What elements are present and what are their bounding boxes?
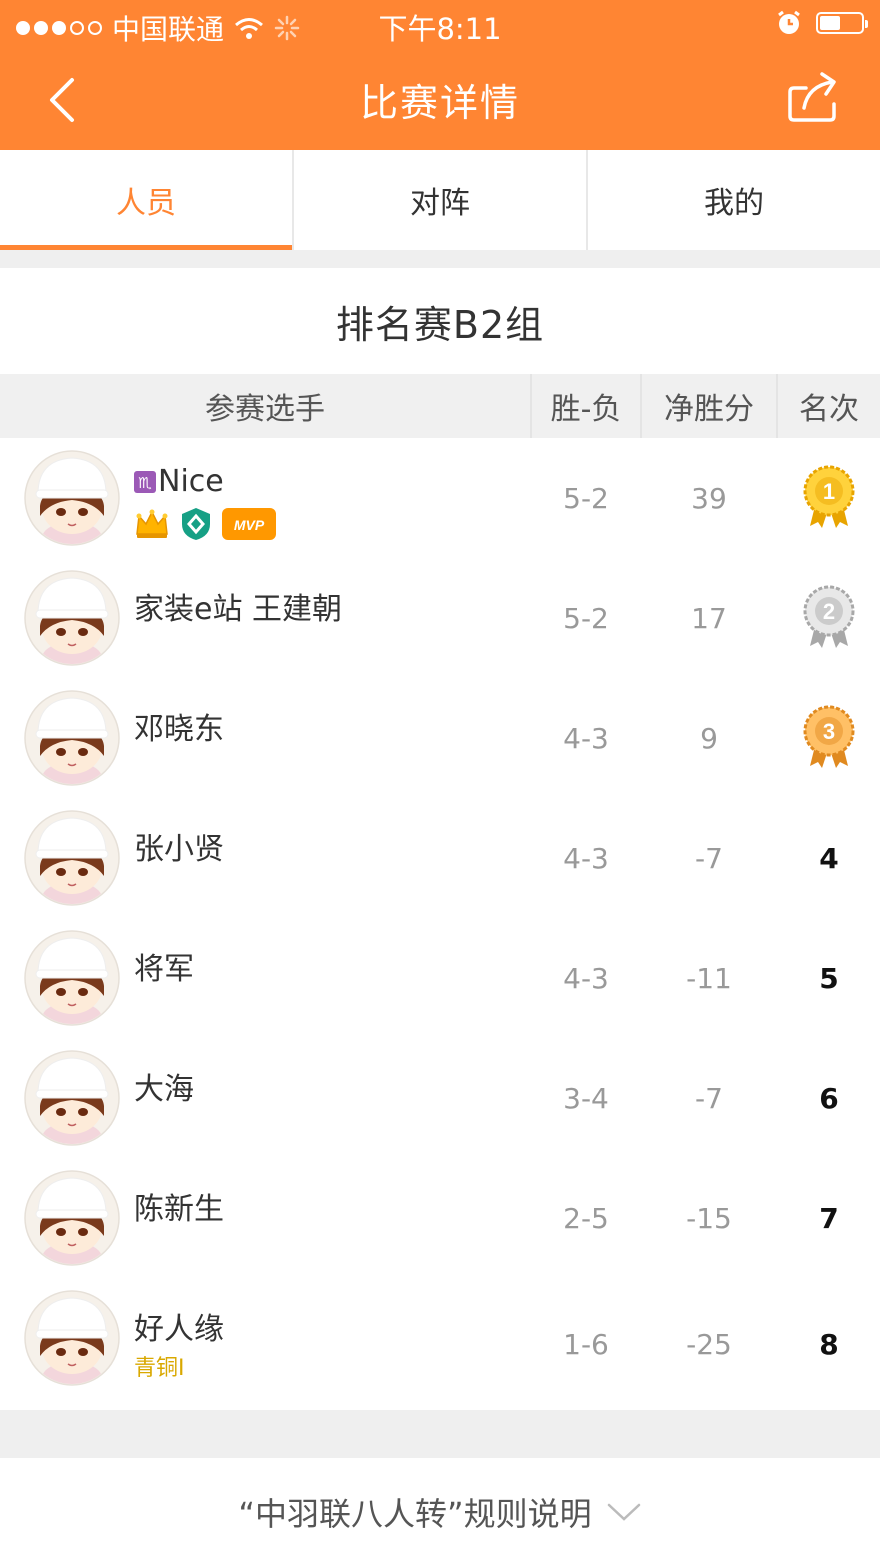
win-loss: 1-6 bbox=[563, 1327, 609, 1361]
rank-number: 7 bbox=[819, 1201, 839, 1235]
win-loss: 4-3 bbox=[563, 841, 609, 875]
net-points: -11 bbox=[686, 961, 732, 995]
table-row[interactable]: 邓晓东 4-3 9 3 bbox=[0, 678, 880, 798]
table-row[interactable]: 好人缘青铜I 1-6 -25 8 bbox=[0, 1278, 880, 1398]
player-name: 邓晓东 bbox=[134, 712, 224, 747]
svg-text:2: 2 bbox=[823, 599, 835, 624]
standings-card: 排名赛B2组 参赛选手 胜-负 净胜分 名次 ♏ Nice MVP 5-2 39… bbox=[0, 268, 880, 1410]
group-title: 排名赛B2组 bbox=[335, 302, 545, 347]
battery-icon bbox=[816, 12, 868, 34]
tab-bar: 人员 对阵 我的 bbox=[0, 150, 880, 250]
avatar[interactable] bbox=[24, 1170, 120, 1266]
table-header: 参赛选手 胜-负 净胜分 名次 bbox=[0, 374, 880, 438]
silver-medal-icon: 2 bbox=[778, 558, 880, 678]
rank-number: 8 bbox=[819, 1327, 839, 1361]
scorpio-icon: ♏ bbox=[134, 470, 156, 493]
header: 中国联通 下午8:11 比赛详情 bbox=[0, 0, 880, 150]
avatar[interactable] bbox=[24, 690, 120, 786]
status-time: 下午8:11 bbox=[378, 12, 502, 46]
avatar[interactable] bbox=[24, 810, 120, 906]
table-row[interactable]: 陈新生 2-5 -15 7 bbox=[0, 1158, 880, 1278]
rank-number: 4 bbox=[819, 841, 839, 875]
share-button[interactable] bbox=[786, 70, 840, 126]
player-name: Nice bbox=[158, 464, 224, 499]
player-name: 大海 bbox=[134, 1072, 194, 1107]
table-row[interactable]: 大海 3-4 -7 6 bbox=[0, 1038, 880, 1158]
win-loss: 5-2 bbox=[563, 481, 609, 515]
header-record: 胜-负 bbox=[532, 374, 640, 438]
tab-members[interactable]: 人员 bbox=[0, 150, 292, 250]
player-name: 家装e站 王建朝 bbox=[134, 592, 342, 627]
win-loss: 4-3 bbox=[563, 961, 609, 995]
net-points: 9 bbox=[700, 721, 718, 755]
net-points: -7 bbox=[695, 841, 723, 875]
level-badge: 青铜I bbox=[134, 1356, 185, 1381]
standings-list: ♏ Nice MVP 5-2 39 1 家装e站 王建朝 5-2 17 2 邓晓… bbox=[0, 438, 880, 1398]
bronze-medal-icon: 3 bbox=[778, 678, 880, 798]
win-loss: 3-4 bbox=[563, 1081, 609, 1115]
player-name: 张小贤 bbox=[134, 832, 224, 867]
rank-number: 5 bbox=[819, 961, 839, 995]
header-net: 净胜分 bbox=[664, 392, 754, 427]
net-points: -7 bbox=[695, 1081, 723, 1115]
player-name: 将军 bbox=[134, 952, 194, 987]
net-points: -15 bbox=[686, 1201, 732, 1235]
net-points: -25 bbox=[686, 1327, 732, 1361]
win-loss: 4-3 bbox=[563, 721, 609, 755]
win-loss: 5-2 bbox=[563, 601, 609, 635]
avatar[interactable] bbox=[24, 1290, 120, 1386]
status-bar: 中国联通 下午8:11 bbox=[0, 0, 880, 48]
mvp-badge: MVP bbox=[222, 508, 276, 540]
table-row[interactable]: 家装e站 王建朝 5-2 17 2 bbox=[0, 558, 880, 678]
win-loss: 2-5 bbox=[563, 1201, 609, 1235]
rules-label: “中羽联八人转”规则说明 bbox=[238, 1495, 592, 1533]
tab-matchups[interactable]: 对阵 bbox=[292, 150, 586, 250]
svg-text:3: 3 bbox=[823, 719, 835, 744]
svg-text:1: 1 bbox=[823, 479, 835, 504]
svg-text:♏: ♏ bbox=[138, 474, 152, 492]
nav-bar: 比赛详情 bbox=[0, 48, 880, 150]
header-rank: 名次 bbox=[799, 392, 859, 427]
avatar[interactable] bbox=[24, 1050, 120, 1146]
page-title: 比赛详情 bbox=[359, 81, 520, 125]
avatar[interactable] bbox=[24, 930, 120, 1026]
shield-badge-icon bbox=[182, 508, 210, 540]
net-points: 17 bbox=[691, 601, 727, 635]
alarm-clock-icon bbox=[778, 10, 800, 34]
avatar[interactable] bbox=[24, 570, 120, 666]
gold-medal-icon: 1 bbox=[778, 438, 880, 558]
header-player: 参赛选手 bbox=[205, 392, 325, 427]
rank-number: 6 bbox=[819, 1081, 839, 1115]
rules-toggle[interactable]: “中羽联八人转”规则说明 bbox=[0, 1458, 880, 1566]
player-name: 好人缘 bbox=[134, 1312, 224, 1347]
avatar[interactable] bbox=[24, 450, 120, 546]
crown-icon bbox=[136, 509, 168, 538]
svg-text:MVP: MVP bbox=[234, 517, 265, 533]
table-row[interactable]: ♏ Nice MVP 5-2 39 1 bbox=[0, 438, 880, 558]
chevron-down-icon bbox=[607, 1503, 640, 1521]
tab-mine[interactable]: 我的 bbox=[586, 150, 880, 250]
player-name: 陈新生 bbox=[134, 1192, 224, 1227]
table-row[interactable]: 张小贤 4-3 -7 4 bbox=[0, 798, 880, 918]
table-row[interactable]: 将军 4-3 -11 5 bbox=[0, 918, 880, 1038]
net-points: 39 bbox=[691, 481, 727, 515]
